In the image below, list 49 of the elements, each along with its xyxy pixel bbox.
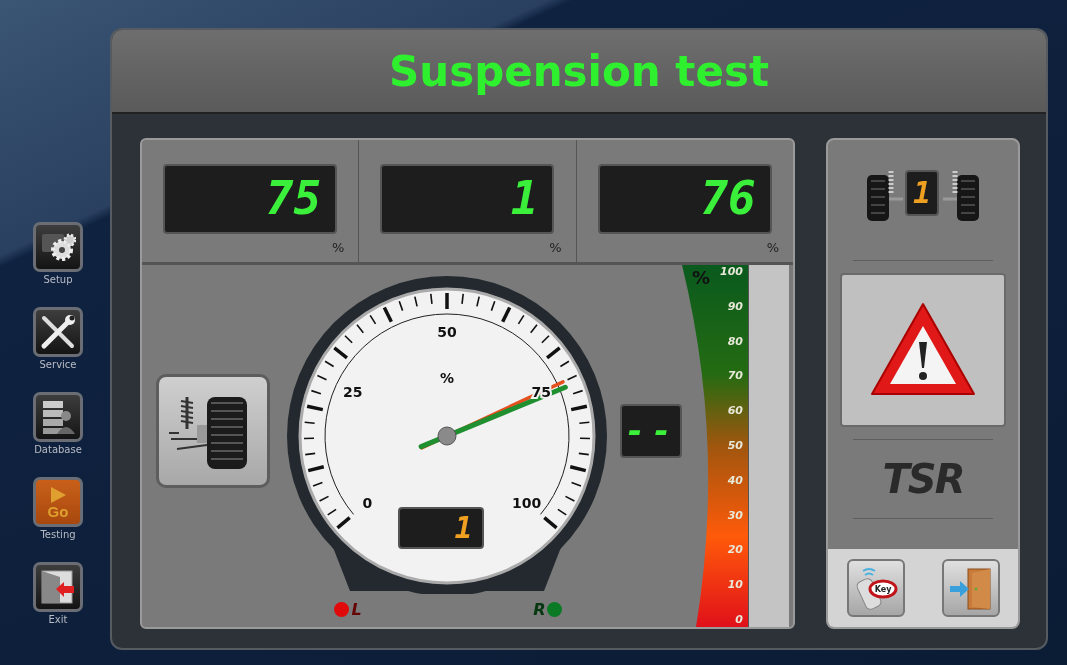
gauge-unit: %	[440, 370, 455, 386]
sidebar-label: Setup	[43, 274, 73, 287]
key-tag-text: Key	[874, 585, 891, 594]
gauge-label: 0	[362, 494, 373, 511]
scale-label: 20	[727, 543, 743, 558]
brand-logo: TSR	[882, 455, 964, 504]
suspension-button[interactable]	[156, 374, 271, 488]
scale-label: 40	[727, 473, 743, 488]
digital-readout: 76	[597, 164, 772, 234]
exit-door-icon	[947, 565, 994, 611]
sidebar-label: Exit	[48, 614, 68, 627]
scale-label: 0	[735, 612, 743, 627]
scale-label: 50	[727, 439, 743, 453]
needle-pivot	[437, 426, 457, 446]
axle-counter: 1	[905, 170, 939, 216]
scale-label: 30	[727, 508, 743, 523]
gauge-label: 25	[343, 384, 363, 401]
digital-readout: 1	[380, 164, 555, 234]
digital-counter: 1	[398, 507, 485, 549]
sidebar-button[interactable]	[33, 562, 83, 612]
side-label: R	[533, 600, 546, 619]
sidebar-label: Testing	[40, 529, 76, 542]
gauge-label: 50	[437, 324, 458, 340]
scale-label: 10	[727, 578, 743, 593]
screen-title: Suspension test	[389, 46, 769, 96]
sidebar-button[interactable]	[33, 307, 83, 357]
unit-label: %	[331, 240, 345, 255]
wrench-screwdriver-icon	[39, 313, 77, 351]
scale-label: 100	[720, 265, 743, 279]
side-label: L	[351, 600, 362, 619]
exit-door-icon	[40, 569, 76, 605]
sidebar-label: Database	[34, 444, 82, 457]
sidebar-label: Service	[39, 359, 77, 372]
remote-key-button[interactable]: Key	[846, 559, 905, 617]
difference-display: --	[620, 404, 682, 458]
scale-label: 80	[727, 334, 743, 349]
scale-unit: %	[692, 267, 711, 288]
gauge-label: 75	[532, 384, 552, 401]
database-user-icon	[40, 398, 76, 436]
exit-button[interactable]	[941, 559, 1000, 617]
scale-label: 60	[727, 404, 743, 419]
unit-label: %	[549, 240, 562, 255]
scale-label: 70	[727, 369, 743, 384]
unit-label: %	[766, 240, 779, 255]
scale-label: 90	[727, 299, 743, 314]
gauge-label: 100	[512, 494, 542, 511]
sidebar-button[interactable]	[33, 222, 83, 272]
sidebar-button[interactable]	[33, 392, 83, 442]
digital-readout: 75	[163, 164, 338, 234]
